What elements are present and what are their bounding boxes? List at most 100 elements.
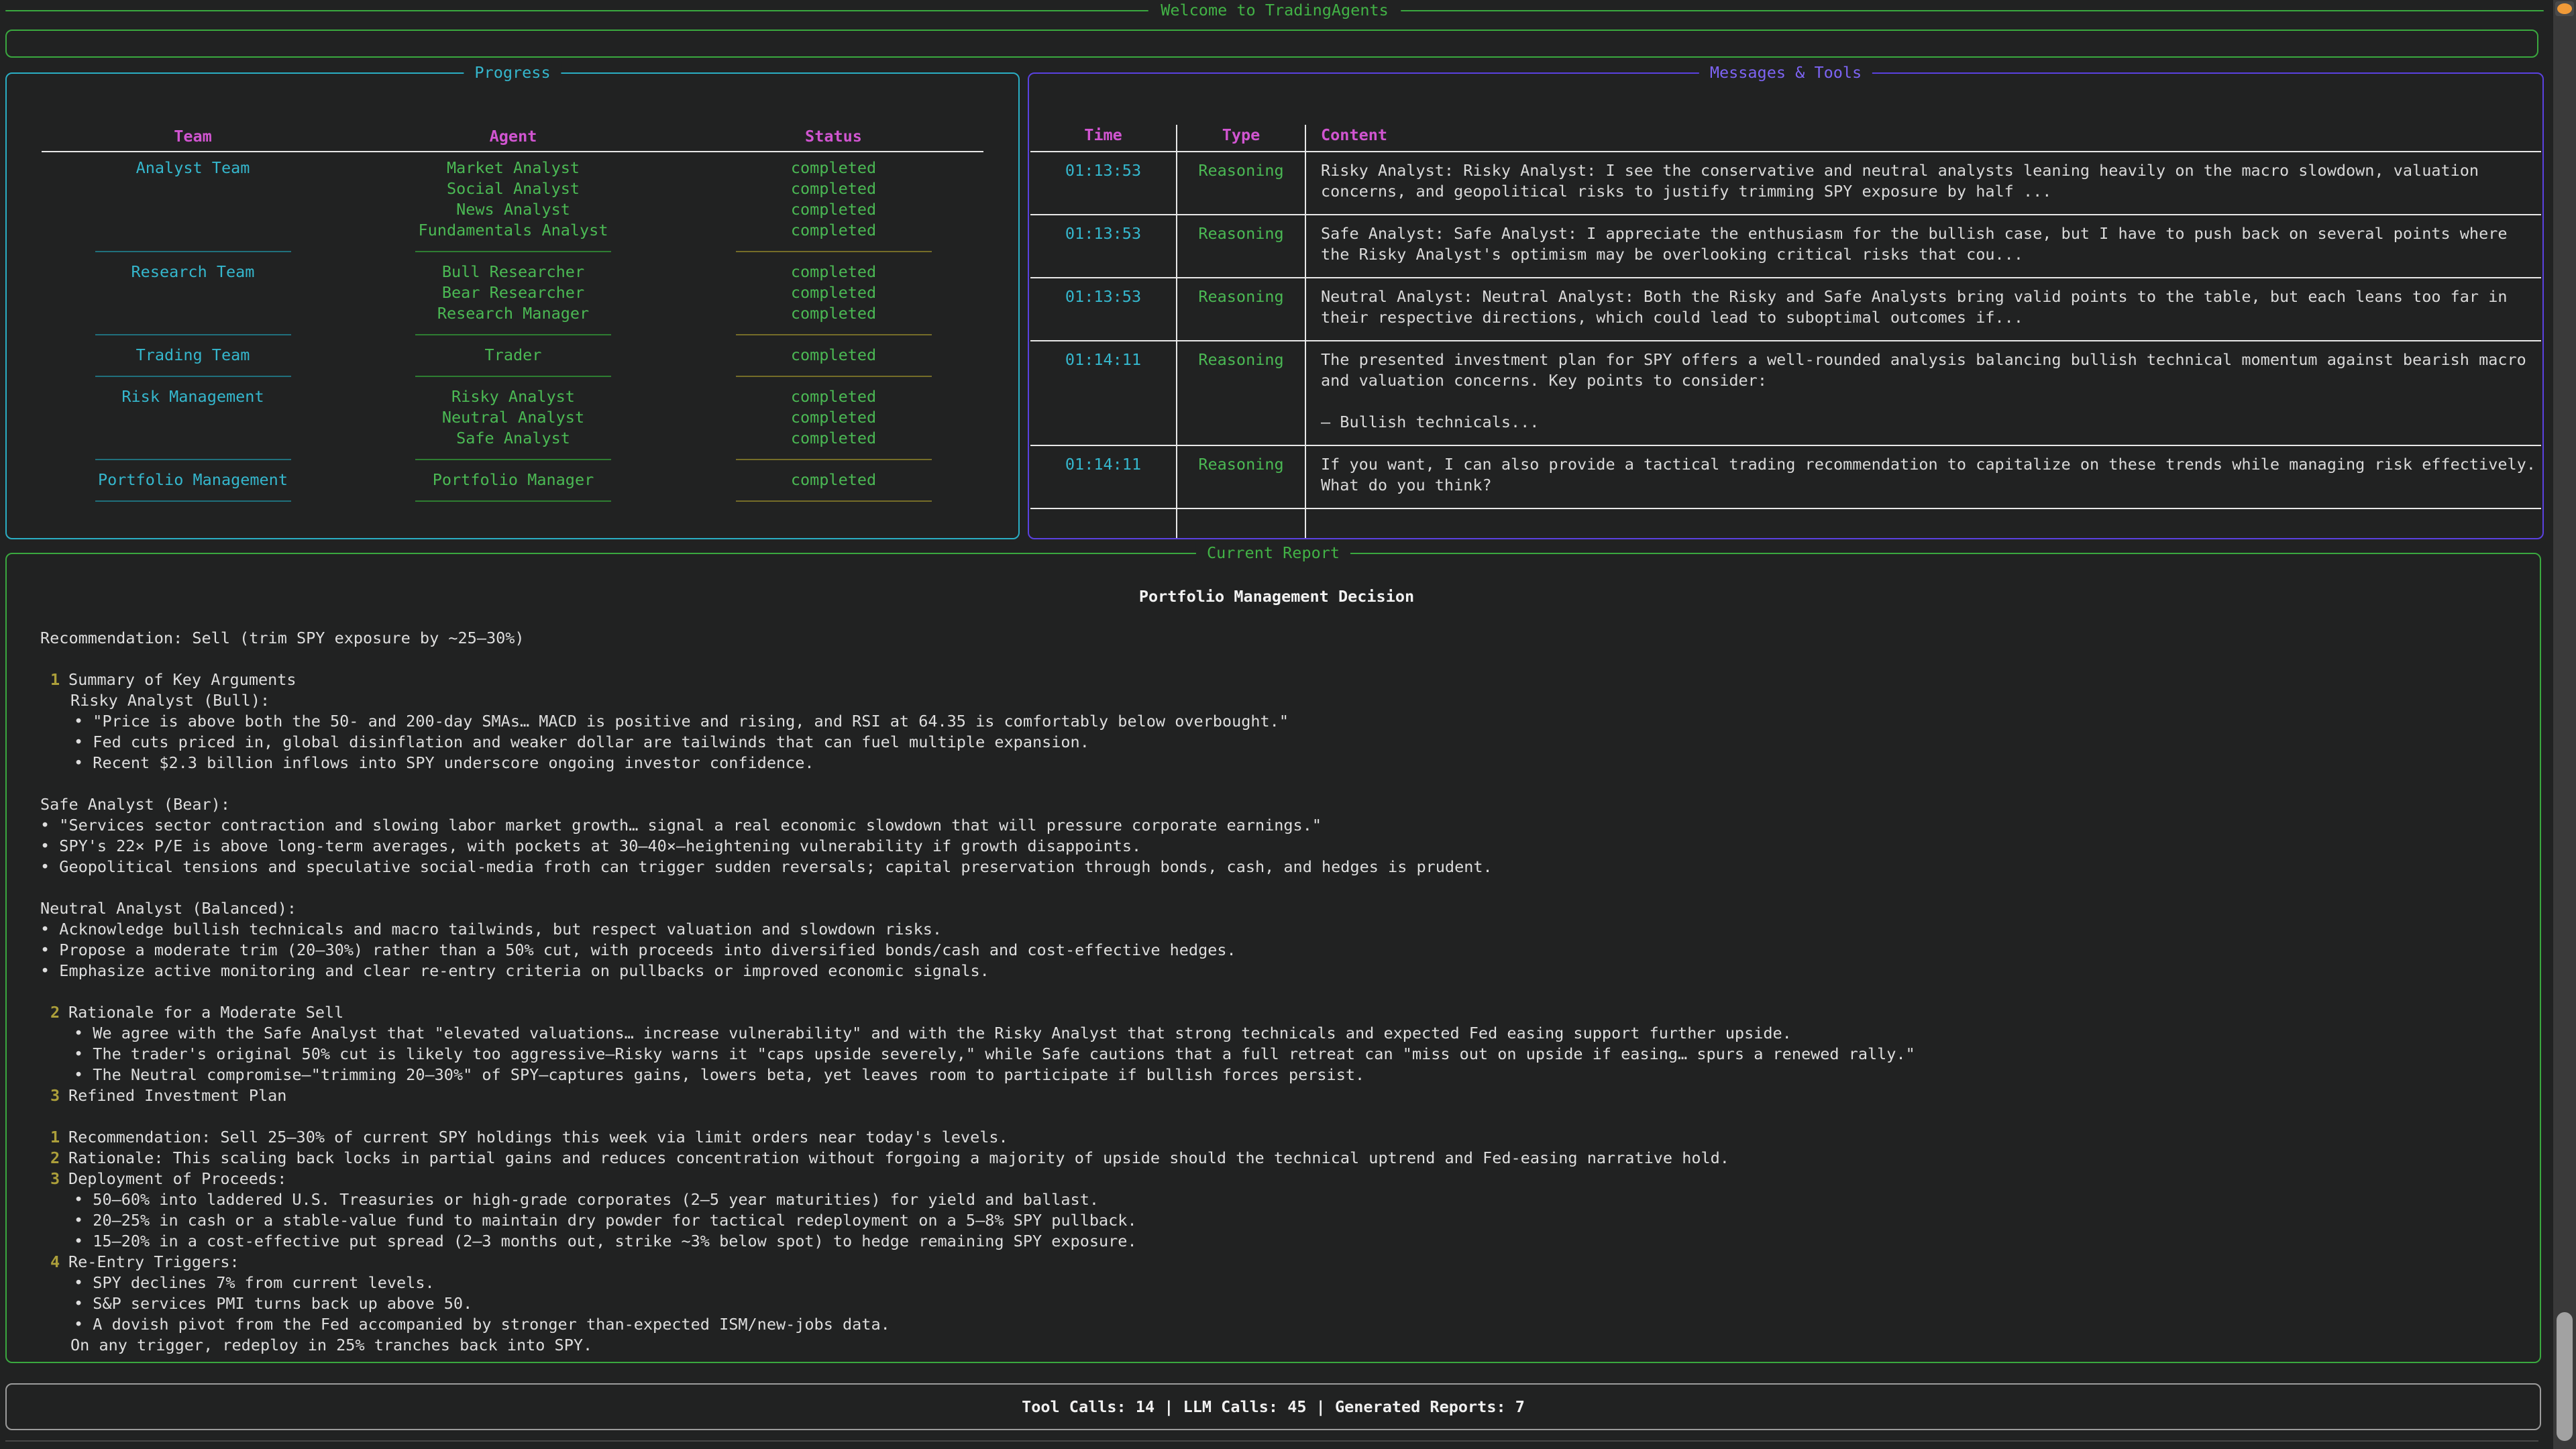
scroll-indicator-icon[interactable] (2555, 1, 2574, 16)
report-line-text: On any trigger, redeploy in 25% tranches… (70, 1336, 592, 1354)
scrollbar-thumb[interactable] (2557, 1312, 2573, 1441)
report-line-text: • We agree with the Safe Analyst that "e… (74, 1024, 1792, 1042)
report-body: Portfolio Management Decision Recommenda… (7, 554, 2540, 1356)
team-cell: Risk Management (34, 386, 352, 407)
progress-panel: Progress Team Agent Status Analyst TeamM… (5, 72, 1020, 539)
column-header-type: Type (1177, 125, 1306, 151)
message-type: Reasoning (1177, 215, 1306, 277)
messages-panel: Messages & Tools Time Type Content 01:13… (1028, 72, 2544, 539)
message-content: The presented investment plan for SPY of… (1306, 341, 2541, 445)
list-number: 4 (50, 1252, 68, 1273)
report-line-text: Recommendation: Sell (trim SPY exposure … (40, 629, 525, 647)
message-time: 01:14:11 (1030, 446, 1177, 508)
agent-cell: Fundamentals Analyst (352, 220, 674, 241)
progress-row: Bear Researchercompleted (7, 282, 1018, 303)
agent-cell: Portfolio Manager (352, 470, 674, 490)
message-content-line: concerns, and geopolitical risks to just… (1321, 181, 2541, 202)
separator-cell (674, 376, 993, 377)
progress-row: Safe Analystcompleted (7, 428, 1018, 449)
separator-cell (352, 334, 674, 335)
report-line: • The trader's original 50% cut is likel… (40, 1044, 2513, 1065)
stats-text: Tool Calls: 14 | LLM Calls: 45 | Generat… (1022, 1397, 1525, 1417)
agent-cell: Social Analyst (352, 178, 674, 199)
separator-cell (674, 500, 993, 502)
app-title: Welcome to TradingAgents (1161, 0, 1389, 21)
separator-line (736, 376, 932, 377)
list-number: 1 (50, 1127, 68, 1148)
report-line: • Fed cuts priced in, global disinflatio… (40, 732, 2513, 753)
report-blank-line (40, 877, 2513, 898)
report-line: • Recent $2.3 billion inflows into SPY u… (40, 753, 2513, 773)
status-cell: completed (674, 178, 993, 199)
team-cell (34, 220, 352, 241)
progress-table: Team Agent Status Analyst TeamMarket Ana… (7, 74, 1018, 511)
progress-row: Analyst TeamMarket Analystcompleted (7, 158, 1018, 178)
separator-line (736, 251, 932, 252)
report-line-text: • Recent $2.3 billion inflows into SPY u… (74, 753, 814, 772)
report-line: • "Price is above both the 50- and 200-d… (40, 711, 2513, 732)
report-line: • 15–20% in a cost-effective put spread … (40, 1231, 2513, 1252)
separator-cell (352, 500, 674, 502)
separator-cell (34, 334, 352, 335)
list-number: 2 (50, 1002, 68, 1023)
message-content-line: What do you think? (1321, 475, 2541, 496)
list-number: 3 (50, 1169, 68, 1189)
team-cell: Portfolio Management (34, 470, 352, 490)
message-content-line: Neutral Analyst: Neutral Analyst: Both t… (1321, 286, 2541, 307)
group-separator (7, 366, 1018, 386)
report-line-text: Neutral Analyst (Balanced): (40, 899, 297, 918)
report-line-text: • Acknowledge bullish technicals and mac… (40, 920, 942, 938)
message-content: Neutral Analyst: Neutral Analyst: Both t… (1306, 278, 2541, 340)
message-content-line: Safe Analyst: Safe Analyst: I appreciate… (1321, 223, 2541, 244)
report-line-text: • Geopolitical tensions and speculative … (40, 857, 1493, 876)
agent-cell: Neutral Analyst (352, 407, 674, 428)
separator-cell (352, 459, 674, 460)
message-rows: 01:13:53ReasoningRisky Analyst: Risky An… (1030, 152, 2541, 509)
next-panel-border-peek (5, 1440, 2538, 1442)
messages-table-header: Time Type Content (1030, 125, 2541, 152)
report-line-text: Risky Analyst (Bull): (70, 691, 270, 710)
status-cell: completed (674, 386, 993, 407)
progress-row: Research Managercompleted (7, 303, 1018, 324)
team-cell (34, 303, 352, 324)
message-content-line: Risky Analyst: Risky Analyst: I see the … (1321, 160, 2541, 181)
report-line: • Geopolitical tensions and speculative … (40, 857, 2513, 877)
report-blank-line (40, 1106, 2513, 1127)
report-blank-line (40, 773, 2513, 794)
report-line: • SPY declines 7% from current levels. (40, 1273, 2513, 1293)
report-line-text: • A dovish pivot from the Fed accompanie… (74, 1315, 890, 1334)
report-line-text: Rationale for a Moderate Sell (68, 1003, 343, 1022)
separator-cell (674, 459, 993, 460)
message-content-line: If you want, I can also provide a tactic… (1321, 454, 2541, 475)
progress-rows: Analyst TeamMarket AnalystcompletedSocia… (7, 158, 1018, 511)
agent-cell: Risky Analyst (352, 386, 674, 407)
rule-line (5, 10, 1148, 11)
report-blank-line (40, 981, 2513, 1002)
report-line: • 50–60% into laddered U.S. Treasuries o… (40, 1189, 2513, 1210)
group-separator (7, 324, 1018, 345)
separator-line (736, 334, 932, 335)
messages-table-tail (1030, 509, 2541, 538)
separator-cell (34, 500, 352, 502)
scrollbar[interactable] (2553, 0, 2576, 1449)
report-line-text: Deployment of Proceeds: (68, 1169, 286, 1188)
column-header-team: Team (34, 126, 352, 147)
report-line: Recommendation: Sell (trim SPY exposure … (40, 628, 2513, 649)
report-line: • Emphasize active monitoring and clear … (40, 961, 2513, 981)
footer-stats-panel: Tool Calls: 14 | LLM Calls: 45 | Generat… (5, 1383, 2541, 1430)
status-cell: completed (674, 470, 993, 490)
report-line: 4Re-Entry Triggers: (40, 1252, 2513, 1273)
column-header-agent: Agent (352, 126, 674, 147)
message-content-line: – Bullish technicals... (1321, 412, 2541, 433)
report-line-text: Recommendation: Sell 25–30% of current S… (68, 1128, 1008, 1146)
message-time: 01:13:53 (1030, 278, 1177, 340)
report-line-text: Refined Investment Plan (68, 1086, 286, 1105)
group-separator (7, 241, 1018, 262)
progress-row: Risk ManagementRisky Analystcompleted (7, 386, 1018, 407)
group-separator (7, 449, 1018, 470)
list-number: 3 (50, 1085, 68, 1106)
team-cell: Trading Team (34, 345, 352, 366)
message-type: Reasoning (1177, 152, 1306, 214)
status-cell: completed (674, 303, 993, 324)
message-time: 01:13:53 (1030, 152, 1177, 214)
